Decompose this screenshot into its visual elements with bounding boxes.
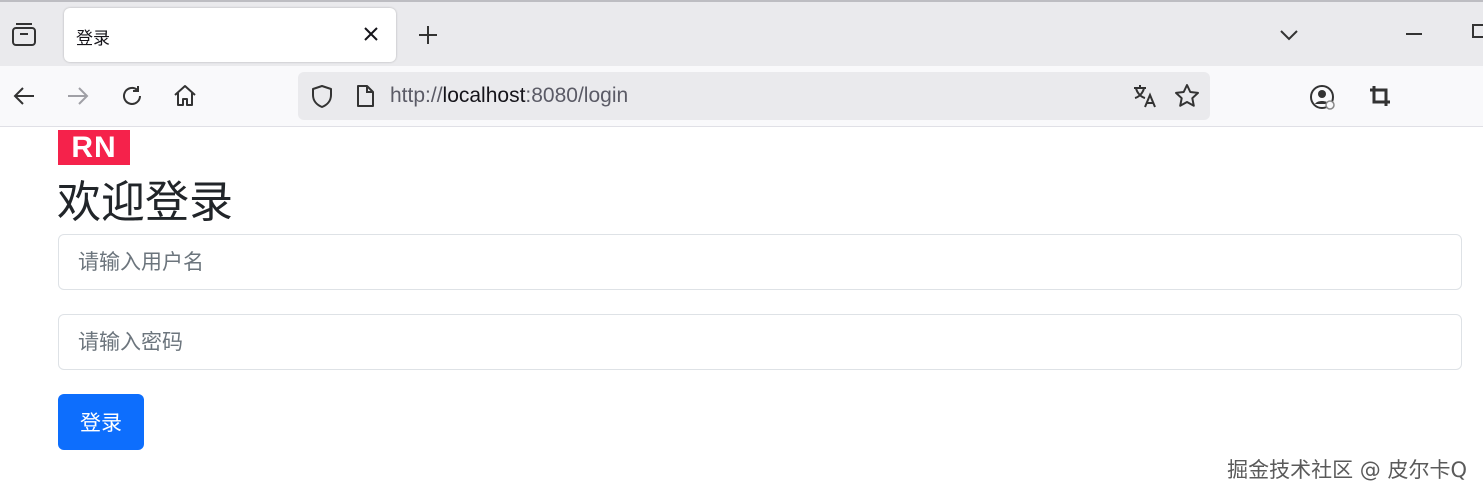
username-input[interactable]	[58, 234, 1462, 290]
password-input[interactable]	[58, 314, 1462, 370]
url-bar[interactable]: http://localhost:8080/login	[298, 72, 1210, 120]
maximize-icon[interactable]	[1472, 24, 1483, 38]
back-arrow-icon[interactable]	[11, 83, 37, 109]
forward-arrow-icon[interactable]	[65, 83, 91, 109]
translate-icon[interactable]	[1132, 83, 1158, 109]
tab-overview-icon[interactable]	[10, 21, 38, 49]
crop-icon[interactable]	[1368, 84, 1392, 108]
shield-icon[interactable]	[310, 84, 334, 108]
plus-icon[interactable]	[416, 23, 440, 47]
star-icon[interactable]	[1174, 83, 1200, 109]
login-button[interactable]: 登录	[58, 394, 144, 450]
tab-title: 登录	[76, 29, 110, 49]
minimize-icon[interactable]	[1404, 26, 1424, 42]
logo: RN	[58, 130, 130, 165]
url-host: localhost	[442, 84, 526, 107]
chevron-down-icon[interactable]	[1278, 24, 1300, 46]
url-text[interactable]: http://localhost:8080/login	[390, 84, 628, 108]
close-icon[interactable]	[360, 23, 382, 45]
url-prefix: http://	[390, 84, 443, 107]
page-icon[interactable]	[354, 84, 376, 108]
tab-bar: 登录	[0, 0, 1483, 66]
navigation-bar: http://localhost:8080/login	[0, 66, 1483, 127]
page-title: 欢迎登录	[57, 177, 233, 228]
watermark: 掘金技术社区 @ 皮尔卡Q	[1227, 458, 1467, 482]
tab-login[interactable]: 登录	[64, 8, 396, 62]
account-icon[interactable]	[1308, 83, 1336, 111]
home-icon[interactable]	[172, 83, 198, 109]
url-rest: :8080/login	[525, 84, 629, 107]
reload-icon[interactable]	[119, 83, 145, 109]
